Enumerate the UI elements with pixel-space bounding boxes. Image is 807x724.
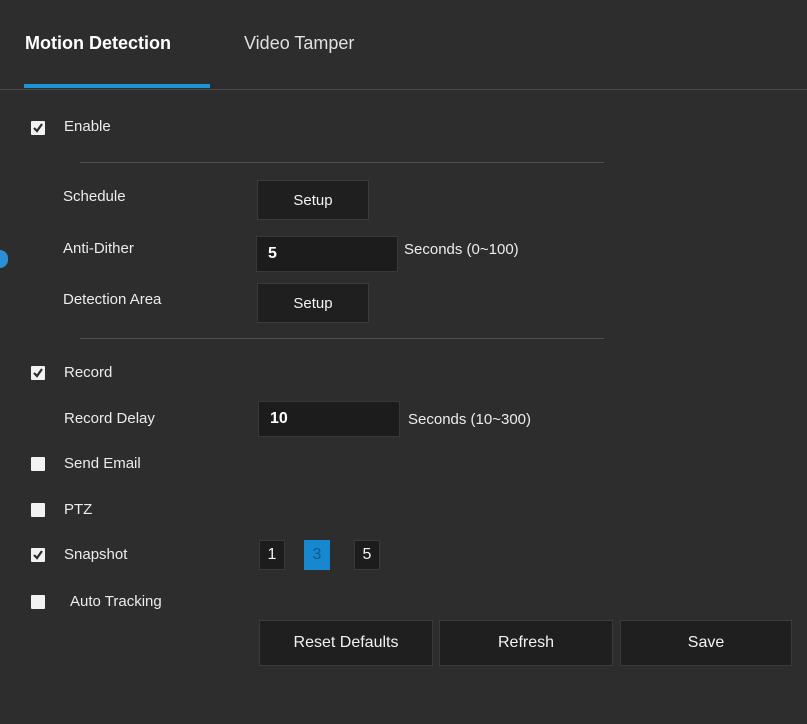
- side-collapse-handle[interactable]: [0, 250, 8, 268]
- ptz-checkbox[interactable]: [31, 503, 45, 517]
- snapshot-count-5[interactable]: 5: [354, 540, 380, 570]
- active-tab-indicator: [24, 84, 210, 88]
- detection-area-setup-button[interactable]: Setup: [257, 283, 369, 323]
- record-delay-hint: Seconds (10~300): [408, 411, 532, 428]
- detection-area-label: Detection Area: [63, 291, 162, 308]
- record-label: Record: [64, 364, 113, 381]
- tab-video-tamper[interactable]: Video Tamper: [244, 33, 354, 54]
- send-email-checkbox[interactable]: [31, 457, 45, 471]
- snapshot-checkbox[interactable]: [31, 548, 45, 562]
- snapshot-count-3[interactable]: 3: [304, 540, 330, 570]
- snapshot-count-1[interactable]: 1: [259, 540, 285, 570]
- save-button[interactable]: Save: [620, 620, 792, 666]
- refresh-button[interactable]: Refresh: [439, 620, 613, 666]
- snapshot-label: Snapshot: [64, 546, 128, 563]
- tab-motion-detection[interactable]: Motion Detection: [25, 33, 171, 54]
- check-icon: [33, 368, 43, 378]
- enable-label: Enable: [64, 118, 111, 135]
- anti-dither-input[interactable]: 5: [256, 236, 398, 272]
- send-email-label: Send Email: [64, 455, 141, 472]
- ptz-label: PTZ: [64, 501, 93, 518]
- anti-dither-label: Anti-Dither: [63, 240, 134, 257]
- schedule-label: Schedule: [63, 188, 126, 205]
- enable-checkbox[interactable]: [31, 121, 45, 135]
- reset-defaults-button[interactable]: Reset Defaults: [259, 620, 433, 666]
- record-delay-label: Record Delay: [64, 410, 155, 427]
- divider: [80, 162, 604, 163]
- auto-tracking-checkbox[interactable]: [31, 595, 45, 609]
- check-icon: [33, 550, 43, 560]
- record-checkbox[interactable]: [31, 366, 45, 380]
- check-icon: [33, 123, 43, 133]
- anti-dither-hint: Seconds (0~100): [404, 241, 519, 258]
- divider: [80, 338, 604, 339]
- schedule-setup-button[interactable]: Setup: [257, 180, 369, 220]
- record-delay-input[interactable]: 10: [258, 401, 400, 437]
- auto-tracking-label: Auto Tracking: [70, 593, 162, 610]
- tab-bar: Motion Detection Video Tamper: [0, 0, 807, 90]
